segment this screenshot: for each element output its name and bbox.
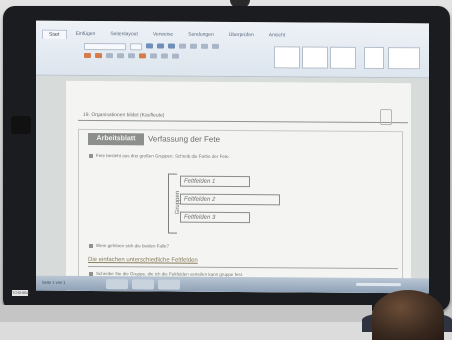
page-status: Seite 1 von 1 [42, 279, 66, 285]
tab-layout[interactable]: Seitenlayout [104, 30, 144, 39]
pilcrow-icon[interactable] [172, 53, 179, 59]
worksheet-title: Verfassung der Fete [148, 134, 221, 144]
format-toolbar-row [84, 52, 179, 60]
clear-format-icon[interactable] [106, 53, 113, 59]
task-1: Fete besteht aus drei großen Gruppen. Sc… [89, 153, 230, 159]
header-rule [78, 119, 408, 124]
font-toolbar-row [84, 42, 219, 51]
style-no-spacing[interactable] [302, 46, 328, 69]
italic-icon[interactable] [157, 43, 164, 49]
edit-group[interactable] [388, 47, 420, 70]
tab-mailings[interactable]: Sendungen [182, 31, 220, 40]
underline-icon[interactable] [168, 43, 175, 49]
indent-icon[interactable] [117, 53, 124, 59]
bezel-sticker: TOSHIBA [12, 290, 30, 296]
font-color-icon[interactable] [95, 53, 102, 59]
tab-insert[interactable]: Einfügen [70, 30, 102, 39]
task-2: Wem gehören sich die beiden Falle? [89, 243, 169, 249]
align-center-icon[interactable] [190, 43, 197, 49]
align-left-icon[interactable] [179, 43, 186, 49]
box-2: Feltfelden 2 [180, 193, 280, 206]
change-styles-button[interactable] [364, 46, 384, 70]
worksheet-badge: Arbeitsblatt [88, 132, 144, 146]
logo-mark [380, 109, 392, 126]
display-bezel: Start Einfügen Seitenlayout Verweise Sen… [3, 6, 450, 311]
border-icon[interactable] [150, 53, 157, 59]
style-heading[interactable] [330, 46, 356, 69]
box-3: Feltfelden 3 [180, 211, 250, 224]
page-header-text: 19. Organisationen bildet (Kaufleute) [83, 111, 165, 119]
bezel-mount [11, 116, 31, 134]
tab-references[interactable]: Verweise [147, 30, 179, 39]
ribbon: Start Einfügen Seitenlayout Verweise Sen… [36, 20, 429, 79]
bold-icon[interactable] [146, 43, 153, 49]
taskbar: Seite 1 von 1 [36, 275, 429, 294]
tab-review[interactable]: Überprüfen [223, 31, 260, 40]
ribbon-tabs: Start Einfügen Seitenlayout Verweise Sen… [42, 29, 291, 41]
whiteboard-tray [0, 305, 372, 322]
tab-start[interactable]: Start [42, 29, 67, 39]
task-bullet-icon [89, 271, 93, 276]
taskbar-button[interactable] [132, 279, 154, 290]
person-head [372, 290, 444, 340]
section-title: Die einfachen unterschiedliche Feltfelde… [88, 256, 198, 264]
zoom-slider[interactable] [356, 282, 401, 287]
taskbar-button[interactable] [158, 279, 180, 290]
align-right-icon[interactable] [201, 43, 208, 49]
sort-icon[interactable] [161, 53, 168, 59]
word-window: Start Einfügen Seitenlayout Verweise Sen… [36, 20, 429, 294]
taskbar-button[interactable] [106, 279, 128, 290]
font-name-select[interactable] [84, 42, 126, 51]
style-standard[interactable] [274, 46, 300, 69]
task-bullet-icon [89, 243, 93, 248]
outdent-icon[interactable] [128, 53, 135, 59]
font-size-select[interactable] [130, 43, 142, 51]
document-page[interactable]: 19. Organisationen bildet (Kaufleute) Ar… [66, 80, 411, 294]
bullets-icon[interactable] [212, 43, 219, 49]
task-2-text: Wem gehören sich die beiden Falle? [96, 243, 169, 249]
highlight-icon[interactable] [84, 52, 91, 59]
task-1-text: Fete besteht aus drei großen Gruppen. Sc… [96, 153, 230, 159]
task-bullet-icon [89, 153, 93, 158]
document-area: 19. Organisationen bildet (Kaufleute) Ar… [36, 75, 429, 294]
box-1: Feltfelden 1 [180, 175, 250, 188]
tab-view[interactable]: Ansicht [263, 31, 291, 40]
shading-icon[interactable] [139, 53, 146, 59]
